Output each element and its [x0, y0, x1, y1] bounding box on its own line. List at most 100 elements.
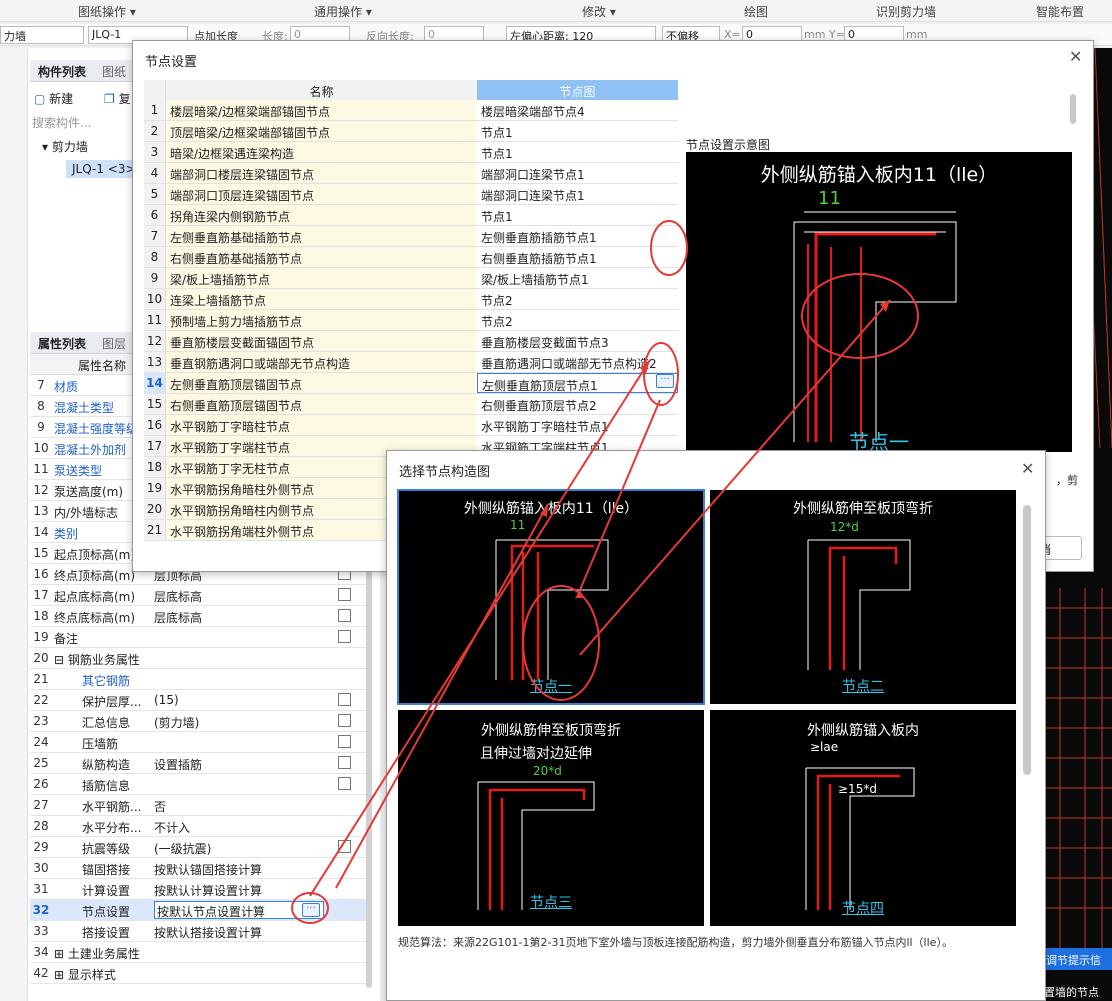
- node-dialog-close-icon[interactable]: ✕: [1069, 47, 1082, 66]
- node-more-button[interactable]: ···: [656, 374, 674, 388]
- thumb-node-2[interactable]: 外侧纵筋伸至板顶弯折 12*d 节点二: [710, 490, 1016, 704]
- node-row-diagram[interactable]: 端部洞口连梁节点1: [477, 184, 678, 204]
- property-row-num: 23: [33, 714, 49, 728]
- node-table-row[interactable]: 3 暗梁/边框梁遇连梁构造 节点1: [144, 142, 678, 163]
- node-row-diagram[interactable]: 梁/板上墙插筋节点1: [477, 268, 678, 288]
- property-row-checkbox[interactable]: [338, 693, 351, 706]
- property-row-checkbox[interactable]: [338, 630, 351, 643]
- property-row[interactable]: 22 保护层厚... (15): [30, 690, 370, 711]
- select-dialog-close-icon[interactable]: ✕: [1021, 459, 1034, 478]
- property-row-value[interactable]: 层底标高: [154, 588, 324, 605]
- property-row[interactable]: 17 起点底标高(m) 层底标高: [30, 585, 370, 606]
- property-row[interactable]: 19 备注: [30, 627, 370, 648]
- property-row[interactable]: 23 汇总信息 (剪力墙): [30, 711, 370, 732]
- node-row-diagram[interactable]: 右侧垂直筋顶层节点2: [477, 394, 678, 414]
- property-row[interactable]: 31 计算设置 按默认计算设置计算: [30, 879, 370, 900]
- property-row-num: 31: [33, 882, 49, 896]
- ribbon-draw[interactable]: 绘图: [744, 3, 768, 20]
- property-row[interactable]: 24 压墙筋: [30, 732, 370, 753]
- property-row[interactable]: 21 其它钢筋: [30, 669, 370, 690]
- node-row-diagram[interactable]: 节点1: [477, 142, 678, 162]
- property-row[interactable]: 30 锚固搭接 按默认锚固搭接计算: [30, 858, 370, 879]
- node-table-row[interactable]: 13 垂直钢筋遇洞口或端部无节点构造 垂直筋遇洞口或端部无节点构造2: [144, 352, 678, 373]
- node-table-row[interactable]: 11 预制墙上剪力墙插筋节点 节点2: [144, 310, 678, 331]
- property-row-value[interactable]: 按默认计算设置计算: [154, 882, 324, 899]
- property-row-checkbox[interactable]: [338, 714, 351, 727]
- node-table-row[interactable]: 7 左侧垂直筋基础插筋节点 左侧垂直筋插筋节点1: [144, 226, 678, 247]
- property-row-value[interactable]: (剪力墙): [154, 714, 324, 731]
- property-row-value[interactable]: 设置插筋: [154, 756, 324, 773]
- node-table-row[interactable]: 16 水平钢筋丁字暗柱节点 水平钢筋丁字暗柱节点1: [144, 415, 678, 436]
- node-table-row[interactable]: 12 垂直筋楼层变截面锚固节点 垂直筋楼层变截面节点3: [144, 331, 678, 352]
- property-row[interactable]: 18 终点底标高(m) 层底标高: [30, 606, 370, 627]
- property-row[interactable]: 27 水平钢筋... 否: [30, 795, 370, 816]
- property-row-num: 24: [33, 735, 49, 749]
- node-table-row[interactable]: 15 右侧垂直筋顶层锚固节点 右侧垂直筋顶层节点2: [144, 394, 678, 415]
- property-row-value[interactable]: 否: [154, 798, 324, 815]
- property-row-value[interactable]: 不计入: [154, 819, 324, 836]
- node-row-diagram[interactable]: 垂直筋遇洞口或端部无节点构造2: [477, 352, 678, 372]
- node-row-diagram[interactable]: 左侧垂直筋插筋节点1: [477, 226, 678, 246]
- property-row[interactable]: 34 ⊞ 土建业务属性: [30, 942, 370, 963]
- select-dialog-title: 选择节点构造图: [399, 465, 491, 480]
- property-row-checkbox[interactable]: [338, 588, 351, 601]
- thumb-2-drawing: [807, 539, 911, 670]
- property-row-checkbox[interactable]: [338, 840, 351, 853]
- node-row-diagram[interactable]: 节点1: [477, 121, 678, 141]
- preview-label: 节点一: [849, 430, 909, 452]
- property-row-num: 34: [33, 945, 49, 959]
- node-row-diagram[interactable]: 水平钢筋丁字暗柱节点1: [477, 415, 678, 435]
- node-row-diagram[interactable]: 垂直筋楼层变截面节点3: [477, 331, 678, 351]
- node-row-diagram[interactable]: 节点2: [477, 310, 678, 330]
- node-table-row[interactable]: 14 左侧垂直筋顶层锚固节点 左侧垂直筋顶层节点1: [144, 373, 678, 394]
- node-table-row[interactable]: 1 楼层暗梁/边框梁端部锚固节点 楼层暗梁端部节点4: [144, 100, 678, 121]
- node-row-diagram[interactable]: 节点2: [477, 289, 678, 309]
- property-row-value[interactable]: 按默认锚固搭接计算: [154, 861, 324, 878]
- node-setting-more-button[interactable]: ···: [302, 903, 320, 917]
- node-row-name: 暗梁/边框梁遇连梁构造: [166, 142, 476, 162]
- property-row-value[interactable]: (15): [154, 693, 324, 707]
- node-table-row[interactable]: 5 端部洞口顶层连梁锚固节点 端部洞口连梁节点1: [144, 184, 678, 205]
- node-table-row[interactable]: 4 端部洞口楼层连梁锚固节点 端部洞口连梁节点1: [144, 163, 678, 184]
- property-row-value[interactable]: 层底标高: [154, 609, 324, 626]
- node-row-diagram[interactable]: 楼层暗梁端部节点4: [477, 100, 678, 120]
- node-table-row[interactable]: 6 拐角连梁内侧钢筋节点 节点1: [144, 205, 678, 226]
- property-row[interactable]: 25 纵筋构造 设置插筋: [30, 753, 370, 774]
- property-row-num: 16: [33, 567, 49, 581]
- thumb-node-1[interactable]: 外侧纵筋锚入板内11（lle） 11 节点一: [397, 489, 705, 705]
- property-row-name: 插筋信息: [82, 779, 131, 793]
- property-row-name: ⊞ 显示样式: [54, 968, 116, 982]
- node-table-row[interactable]: 10 连梁上墙插筋节点 节点2: [144, 289, 678, 310]
- node-row-name: 左侧垂直筋基础插筋节点: [166, 226, 476, 246]
- property-row[interactable]: 26 插筋信息: [30, 774, 370, 795]
- property-row-value[interactable]: (一级抗震): [154, 840, 324, 857]
- node-row-diagram[interactable]: 右侧垂直筋插筋节点1: [477, 247, 678, 267]
- property-row[interactable]: 33 搭接设置 按默认搭接设置计算: [30, 921, 370, 942]
- thumb-node-3[interactable]: 外侧纵筋伸至板顶弯折 且伸过墙对边延伸 20*d 节点三: [398, 710, 704, 926]
- property-row-checkbox[interactable]: [338, 735, 351, 748]
- node-row-diagram[interactable]: 端部洞口连梁节点1: [477, 163, 678, 183]
- node-row-num: 10: [144, 289, 166, 309]
- node-table-row[interactable]: 9 梁/板上墙插筋节点 梁/板上墙插筋节点1: [144, 268, 678, 289]
- node-row-name: 左侧垂直筋顶层锚固节点: [166, 373, 476, 393]
- ribbon-identify-wall[interactable]: 识别剪力墙: [876, 3, 936, 20]
- property-row[interactable]: 28 水平分布... 不计入: [30, 816, 370, 837]
- node-table-row[interactable]: 8 右侧垂直筋基础插筋节点 右侧垂直筋插筋节点1: [144, 247, 678, 268]
- preview-diagram: 外侧纵筋锚入板内11（lle） 11 节点一: [686, 152, 1072, 452]
- node-row-diagram[interactable]: 节点1: [477, 205, 678, 225]
- property-row[interactable]: 32 节点设置 按默认节点设置计算 ···: [30, 900, 370, 921]
- thumb-node-4[interactable]: 外侧纵筋锚入板内 ≥lae ≥15*d 节点四: [710, 710, 1016, 926]
- property-row-checkbox[interactable]: [338, 777, 351, 790]
- ribbon-smart-layout[interactable]: 智能布置: [1036, 3, 1084, 20]
- select-dialog-scrollbar[interactable]: [1023, 505, 1031, 775]
- property-row-value[interactable]: 按默认搭接设置计算: [154, 924, 324, 941]
- property-row[interactable]: 42 ⊞ 显示样式: [30, 963, 370, 984]
- property-row[interactable]: 29 抗震等级 (一级抗震): [30, 837, 370, 858]
- property-row-value[interactable]: 按默认节点设置计算: [154, 901, 324, 919]
- property-row-checkbox[interactable]: [338, 609, 351, 622]
- node-row-diagram[interactable]: 左侧垂直筋顶层节点1: [477, 373, 678, 393]
- node-table-row[interactable]: 2 顶层暗梁/边框梁端部锚固节点 节点1: [144, 121, 678, 142]
- node-scrollbar[interactable]: [1070, 94, 1076, 124]
- property-row-checkbox[interactable]: [338, 756, 351, 769]
- property-row[interactable]: 20 ⊟ 钢筋业务属性: [30, 648, 370, 669]
